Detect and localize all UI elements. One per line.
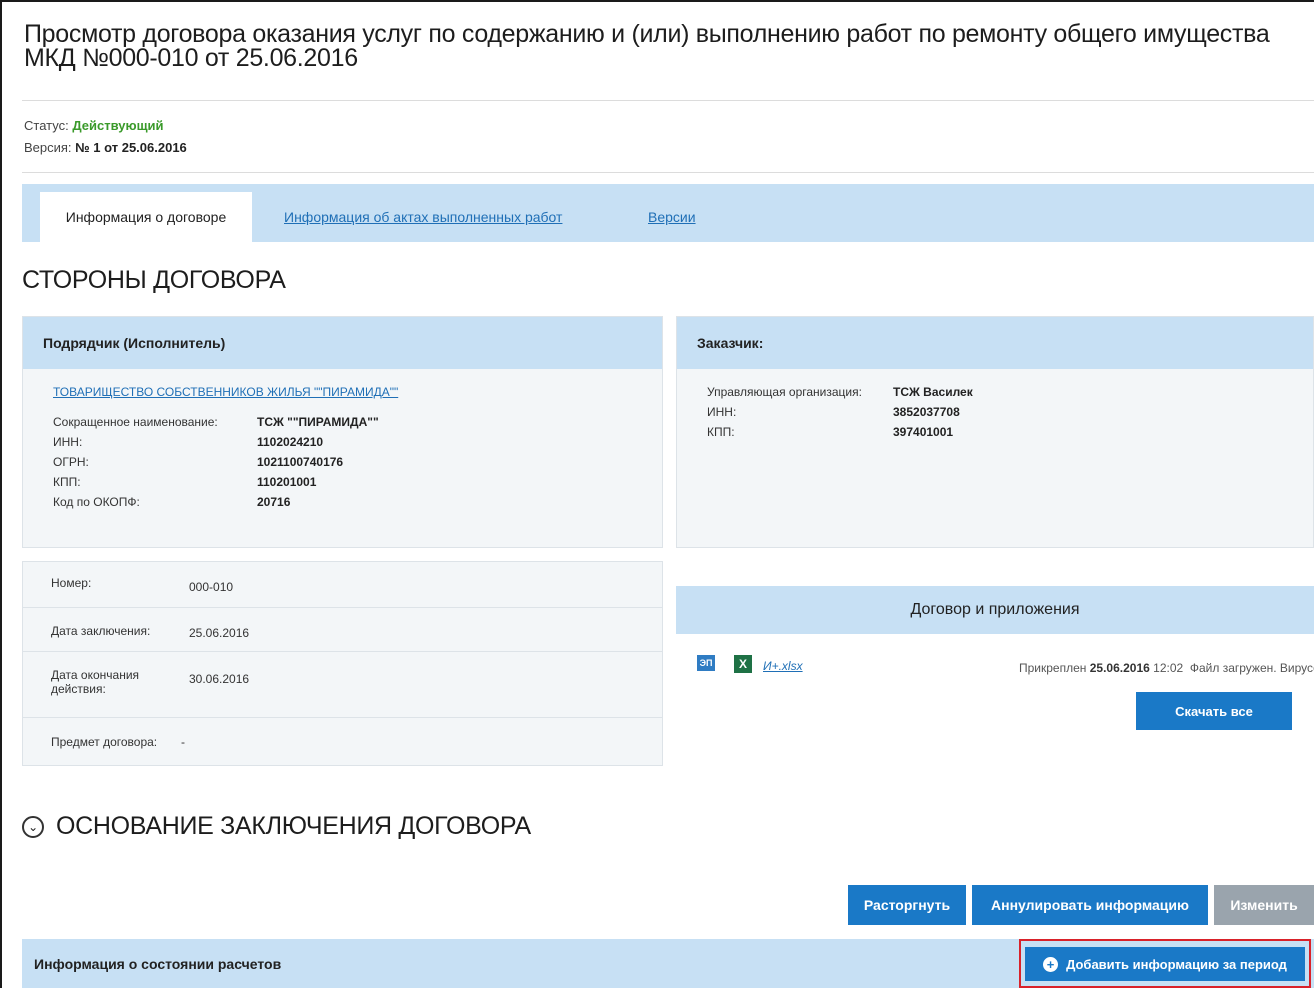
customer-heading: Заказчик: (677, 317, 1313, 369)
frame-left-border (0, 0, 2, 988)
field-label: КПП: (707, 425, 735, 439)
parties-section-title: СТОРОНЫ ДОГОВОРА (22, 266, 286, 294)
calculations-bar: Информация о состоянии расчетов + Добави… (22, 939, 1314, 988)
version-label: Версия: (24, 140, 72, 155)
contractor-panel: Подрядчик (Исполнитель) ТОВАРИЩЕСТВО СОБ… (22, 316, 663, 548)
divider (22, 100, 1314, 101)
tab-acts-info[interactable]: Информация об актах выполненных работ (284, 192, 562, 242)
frame-top-border (0, 0, 1314, 2)
detail-row-subject: Предмет договора: - (23, 718, 662, 766)
customer-panel: Заказчик: Управляющая организация: ТСЖ В… (676, 316, 1314, 548)
contractor-org-link[interactable]: ТОВАРИЩЕСТВО СОБСТВЕННИКОВ ЖИЛЬЯ ""ПИРАМ… (53, 385, 398, 399)
detail-row-end-date: Дата окончания действия: 30.06.2016 (23, 652, 662, 718)
attached-rest: 12:02 Файл загружен. Вирусов нет (1153, 661, 1314, 675)
field-value: 1021100740176 (257, 455, 344, 469)
field-label: Управляющая организация: (707, 385, 862, 399)
edit-button[interactable]: Изменить (1214, 885, 1314, 925)
status-label: Статус: (24, 118, 69, 133)
field-value: 397401001 (893, 425, 954, 439)
customer-field-kpp: КПП: 397401001 (707, 425, 953, 439)
field-label: ИНН: (707, 405, 737, 419)
customer-field-inn: ИНН: 3852037708 (707, 405, 960, 419)
field-label: КПП: (53, 475, 81, 489)
version-value: № 1 от 25.06.2016 (75, 140, 187, 155)
page-title: Просмотр договора оказания услуг по соде… (24, 20, 1270, 72)
field-value: 3852037708 (893, 405, 960, 419)
annul-button[interactable]: Аннулировать информацию (972, 885, 1208, 925)
add-period-label: Добавить информацию за период (1066, 956, 1287, 972)
field-value: ТСЖ Василек (893, 385, 973, 399)
status-value: Действующий (72, 118, 164, 133)
field-label: Код по ОКОПФ: (53, 495, 140, 509)
detail-label: Предмет договора: (51, 735, 158, 749)
terminate-button[interactable]: Расторгнуть (848, 885, 966, 925)
download-all-button[interactable]: Скачать все (1136, 692, 1292, 730)
contractor-heading: Подрядчик (Исполнитель) (23, 317, 662, 369)
document-file-link[interactable]: И+.xlsx (763, 659, 803, 673)
detail-label: Номер: (51, 576, 92, 590)
status-line: Статус: Действующий (24, 118, 164, 133)
field-value: 1102024210 (257, 435, 324, 449)
chevron-down-icon: ⌄ (22, 815, 44, 838)
document-attach-info: Прикреплен 25.06.2016 12:02 Файл загруже… (1019, 661, 1314, 675)
tab-contract-info[interactable]: Информация о договоре (40, 192, 252, 242)
plus-circle-icon: + (1043, 956, 1059, 972)
detail-row-number: Номер: 000-010 (23, 562, 662, 608)
field-label: ОГРН: (53, 455, 89, 469)
field-label: Сокращенное наименование: (53, 415, 218, 429)
divider (22, 172, 1314, 173)
attached-prefix: Прикреплен (1019, 661, 1087, 675)
contract-details-panel: Номер: 000-010 Дата заключения: 25.06.20… (22, 561, 663, 766)
contractor-field-ogrn: ОГРН: 1021100740176 (53, 455, 343, 469)
documents-heading: Договор и приложения (676, 586, 1314, 634)
field-label: ИНН: (53, 435, 83, 449)
contractor-field-kpp: КПП: 110201001 (53, 475, 316, 489)
version-line: Версия: № 1 от 25.06.2016 (24, 140, 187, 155)
detail-value: 25.06.2016 (189, 626, 250, 640)
field-value: 110201001 (257, 475, 317, 489)
detail-label: Дата заключения: (51, 624, 151, 638)
contractor-field-inn: ИНН: 1102024210 (53, 435, 323, 449)
tabs-bar: Информация о договоре Информация об акта… (22, 184, 1314, 242)
detail-row-conclusion-date: Дата заключения: 25.06.2016 (23, 608, 662, 652)
basis-section-title: ОСНОВАНИЕ ЗАКЛЮЧЕНИЯ ДОГОВОРА (56, 812, 531, 840)
field-value: 20716 (257, 495, 291, 509)
signature-icon[interactable]: ЭП (697, 655, 715, 671)
detail-label: Дата окончания действия: (51, 668, 140, 696)
tab-versions[interactable]: Версии (648, 192, 696, 242)
detail-value: - (181, 735, 185, 749)
add-period-info-button[interactable]: + Добавить информацию за период (1025, 947, 1305, 981)
customer-field-org: Управляющая организация: ТСЖ Василек (707, 385, 973, 399)
contractor-field-short-name: Сокращенное наименование: ТСЖ ""ПИРАМИДА… (53, 415, 379, 429)
attached-date: 25.06.2016 (1089, 661, 1150, 675)
detail-value: 000-010 (189, 580, 234, 594)
calculations-title: Информация о состоянии расчетов (34, 956, 282, 972)
excel-file-icon: X (734, 655, 752, 673)
basis-section-toggle[interactable]: ⌄ ОСНОВАНИЕ ЗАКЛЮЧЕНИЯ ДОГОВОРА (22, 812, 531, 841)
detail-value: 30.06.2016 (189, 672, 250, 686)
add-period-highlight: + Добавить информацию за период (1019, 939, 1311, 988)
field-value: ТСЖ ""ПИРАМИДА"" (257, 415, 379, 429)
contractor-field-okopf: Код по ОКОПФ: 20716 (53, 495, 290, 509)
